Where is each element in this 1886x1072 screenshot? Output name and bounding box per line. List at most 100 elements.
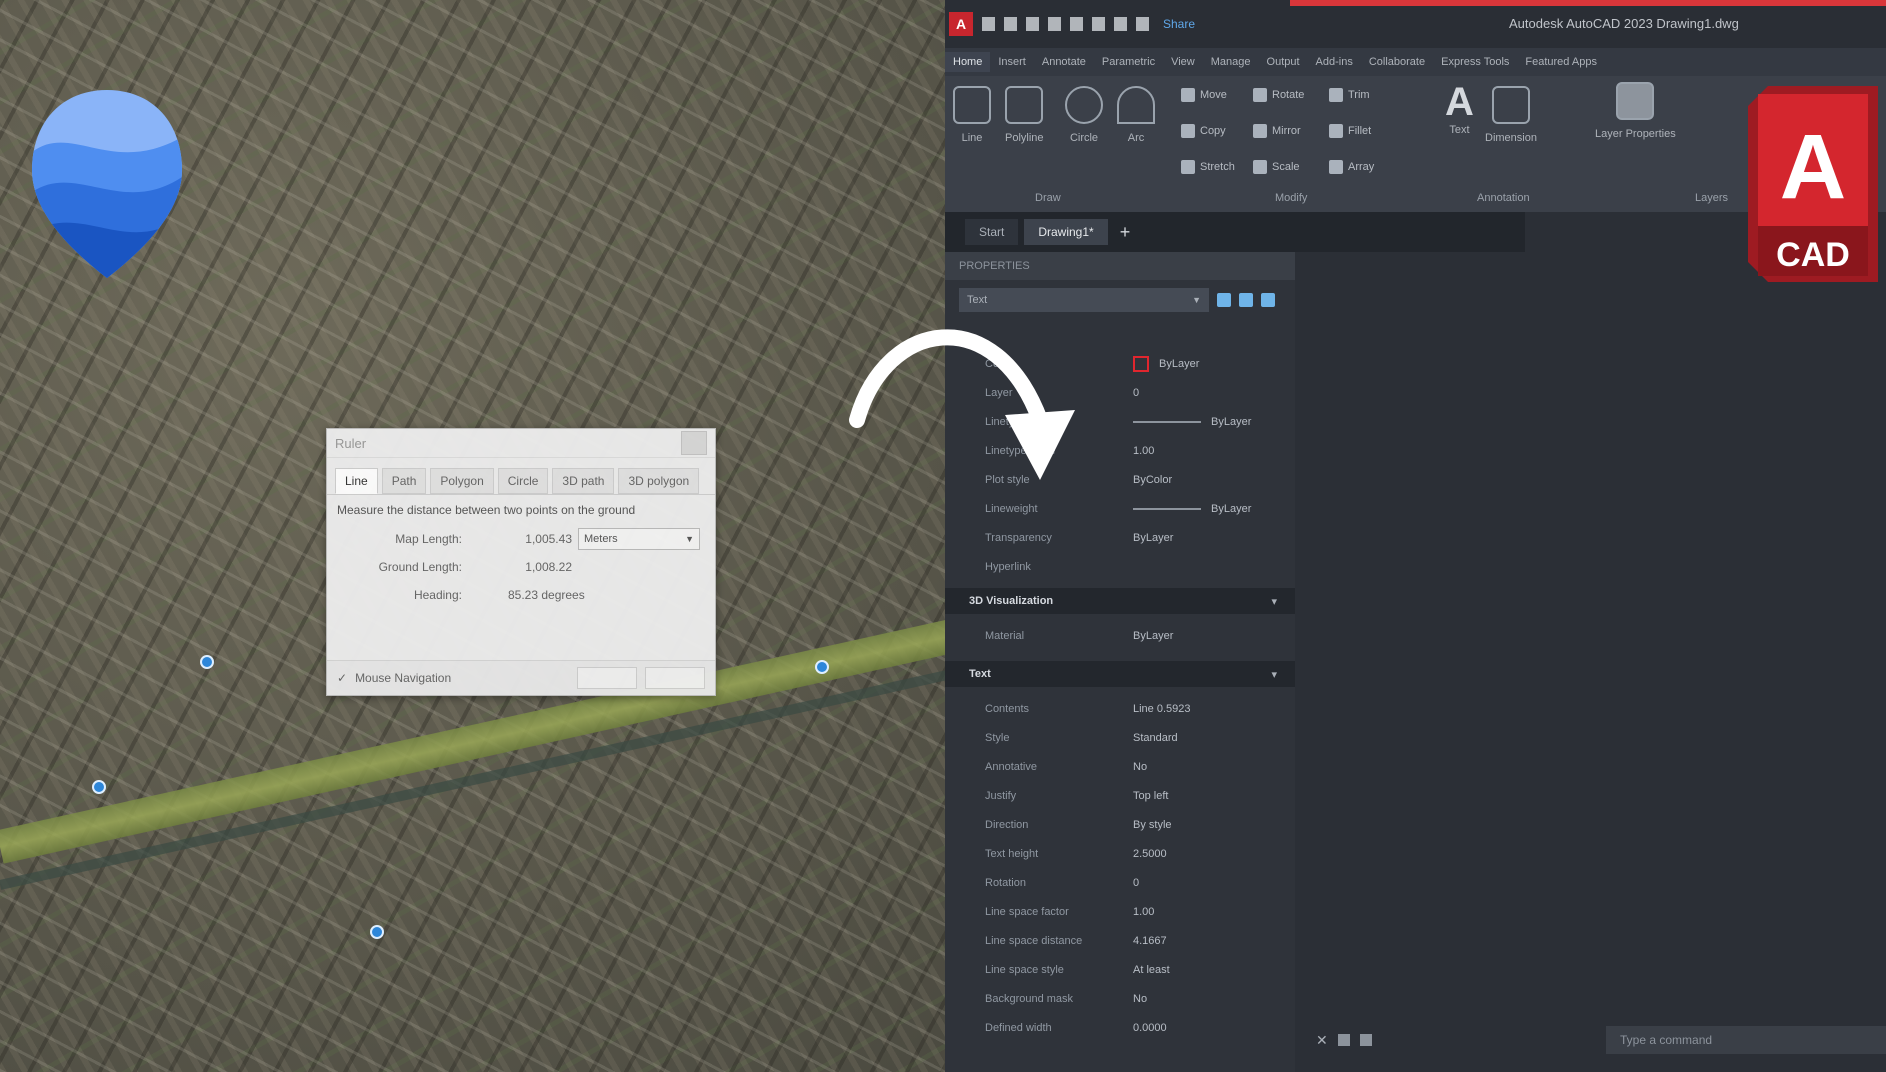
property-value: Line 0.5923 [1133,703,1191,715]
tab-annotate[interactable]: Annotate [1034,52,1094,72]
share-button[interactable]: Share [1163,17,1195,31]
toggle-pickadd-icon[interactable] [1261,293,1275,307]
section-text[interactable]: Text ▾ [945,661,1295,687]
copy-tool[interactable]: Copy [1181,124,1226,138]
map-pin-icon[interactable] [200,655,214,669]
tab-featured-apps[interactable]: Featured Apps [1517,52,1605,72]
circle-tool[interactable]: Circle [1065,86,1103,144]
panel-modify[interactable]: Modify [1275,192,1307,204]
array-tool[interactable]: Array [1329,160,1374,174]
property-row[interactable]: Hyperlink [945,555,1295,579]
tab-insert[interactable]: Insert [990,52,1034,72]
tab-3d-path[interactable]: 3D path [552,468,615,494]
redo-icon[interactable] [1114,17,1127,31]
command-line: ✕ Type a command [1304,1022,1886,1058]
unit-select[interactable]: Meters ▼ [578,528,700,550]
save-button[interactable] [577,667,637,689]
property-row[interactable]: Background mask No [945,987,1295,1011]
clear-button[interactable] [645,667,705,689]
tab-collaborate[interactable]: Collaborate [1361,52,1433,72]
close-icon[interactable]: ✕ [1316,1032,1328,1049]
map-pin-icon[interactable] [92,780,106,794]
close-button[interactable] [681,431,707,455]
rotate-label: Rotate [1272,89,1305,101]
stretch-icon [1181,160,1195,174]
tab-express-tools[interactable]: Express Tools [1433,52,1517,72]
scale-tool[interactable]: Scale [1253,160,1300,174]
autocad-window: A Share Autodesk AutoCAD 2023 Drawing1.d… [945,0,1886,1072]
chevron-down-icon: ▼ [1192,295,1201,305]
tab-line[interactable]: Line [335,468,378,494]
tab-circle[interactable]: Circle [497,468,549,494]
property-row[interactable]: Rotation 0 [945,871,1295,895]
tab-output[interactable]: Output [1259,52,1308,72]
property-row[interactable]: Line space distance 4.1667 [945,929,1295,953]
property-value: No [1133,993,1147,1005]
save-as-icon[interactable] [1048,17,1061,31]
workspace-icon[interactable] [1136,17,1149,31]
property-value: ByLayer [1133,356,1199,372]
property-row[interactable]: Line space factor 1.00 [945,900,1295,924]
select-objects-icon[interactable] [1239,293,1253,307]
property-row[interactable]: Direction By style [945,813,1295,837]
recent-commands-icon[interactable] [1359,1034,1372,1046]
tab-polygon[interactable]: Polygon [430,468,494,494]
property-row[interactable]: Material ByLayer [945,624,1295,648]
tab-parametric[interactable]: Parametric [1094,52,1163,72]
property-row[interactable]: Transparency ByLayer [945,526,1295,550]
tab-start[interactable]: Start [965,219,1019,245]
open-file-icon[interactable] [1004,17,1017,31]
property-row[interactable]: Defined width 0.0000 [945,1016,1295,1040]
line-tool[interactable]: Line [953,86,991,144]
layer-properties-tool[interactable]: Layer Properties [1595,82,1676,140]
move-tool[interactable]: Move [1181,88,1227,102]
panel-draw[interactable]: Draw [1035,192,1061,204]
save-icon[interactable] [1026,17,1039,31]
tab-view[interactable]: View [1163,52,1203,72]
new-file-icon[interactable] [982,17,995,31]
command-input[interactable]: Type a command [1606,1026,1886,1054]
property-value: Standard [1133,732,1178,744]
map-pin-icon[interactable] [815,660,829,674]
text-tool[interactable]: A Text [1445,80,1474,136]
new-tab-icon[interactable]: + [1120,222,1131,243]
stretch-tool[interactable]: Stretch [1181,160,1235,174]
panel-layers[interactable]: Layers [1695,192,1728,204]
arc-tool[interactable]: Arc [1117,86,1155,144]
polyline-tool[interactable]: Polyline [1005,86,1044,144]
property-value-text: 1.00 [1133,445,1155,457]
mirror-tool[interactable]: Mirror [1253,124,1301,138]
property-value-text: ByLayer [1133,532,1174,544]
trim-tool[interactable]: Trim [1329,88,1370,102]
dimension-tool[interactable]: Dimension [1485,86,1537,144]
customize-icon[interactable] [1337,1034,1350,1046]
property-row[interactable]: Text height 2.5000 [945,842,1295,866]
property-value: No [1133,761,1147,773]
quick-select-icon[interactable] [1217,293,1231,307]
tab-manage[interactable]: Manage [1203,52,1259,72]
property-row[interactable]: Line space style At least [945,958,1295,982]
section-3d-visualization[interactable]: 3D Visualization ▾ [945,588,1295,614]
tab-3d-polygon[interactable]: 3D polygon [618,468,700,494]
property-row[interactable]: Annotative No [945,755,1295,779]
tab-add-ins[interactable]: Add-ins [1308,52,1361,72]
property-row[interactable]: Contents Line 0.5923 [945,697,1295,721]
tab-home[interactable]: Home [945,52,991,72]
tab-path[interactable]: Path [381,468,427,494]
tab-drawing1[interactable]: Drawing1* [1024,219,1108,245]
property-row[interactable]: Lineweight ByLayer [945,497,1295,521]
panel-annotation[interactable]: Annotation [1477,192,1530,204]
property-row[interactable]: Style Standard [945,726,1295,750]
mouse-navigation-checkbox[interactable]: ✓ [337,671,347,685]
document-tabs: Start Drawing1* + [945,212,1525,252]
fillet-tool[interactable]: Fillet [1329,124,1371,138]
undo-icon[interactable] [1092,17,1105,31]
ruler-titlebar[interactable]: Ruler [327,429,715,458]
rotate-tool[interactable]: Rotate [1253,88,1304,102]
map-pin-icon[interactable] [370,925,384,939]
linetype-preview-icon [1133,508,1201,510]
property-value: 4.1667 [1133,935,1167,947]
property-row[interactable]: Justify Top left [945,784,1295,808]
application-menu-button[interactable]: A [949,12,973,36]
print-icon[interactable] [1070,17,1083,31]
